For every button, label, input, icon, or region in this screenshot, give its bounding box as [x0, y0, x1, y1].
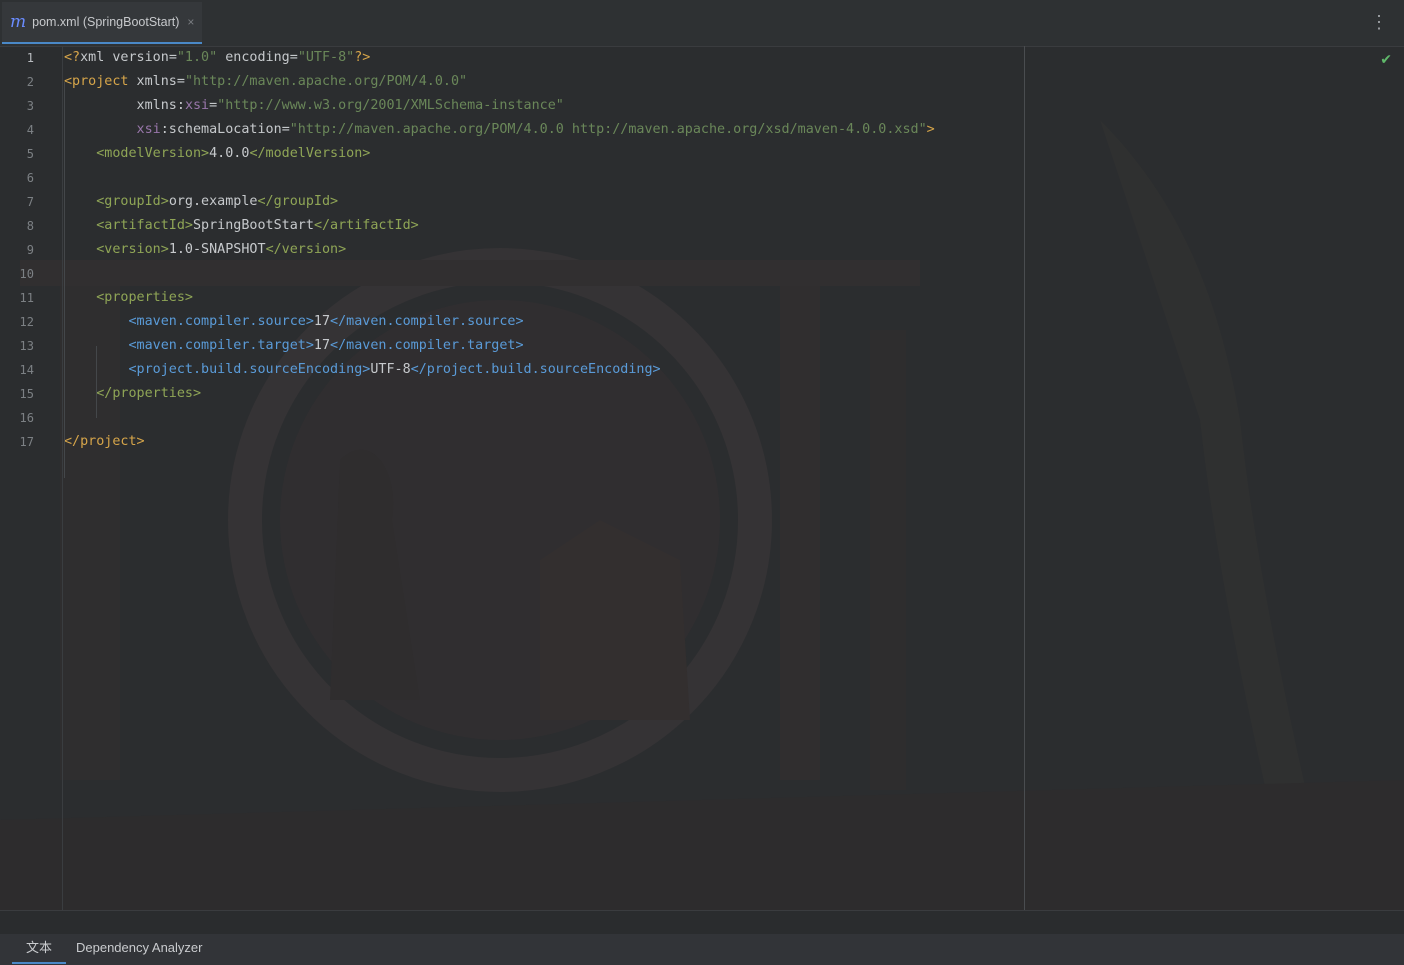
code-token: ?>: [354, 50, 371, 65]
code-token: =: [281, 122, 290, 137]
check-icon: ✔: [1380, 52, 1392, 68]
line-number: 2: [26, 75, 34, 89]
code-token: xsi: [64, 122, 161, 137]
line-number: 12: [19, 315, 34, 329]
code-token: </maven.compiler.target>: [330, 338, 524, 353]
code-token: UTF-8: [370, 362, 411, 377]
line-number: 6: [26, 171, 34, 185]
code-token: </project>: [64, 434, 145, 449]
code-token: </groupId>: [257, 194, 339, 209]
bottom-tab-bar: 文本 Dependency Analyzer: [0, 910, 1404, 965]
code-token: <?: [64, 50, 81, 65]
line-number: 17: [19, 435, 34, 449]
code-line[interactable]: </properties>: [64, 382, 201, 406]
tab-dependency-analyzer[interactable]: Dependency Analyzer: [62, 934, 216, 962]
code-line[interactable]: <project.build.sourceEncoding>UTF-8</pro…: [64, 358, 661, 382]
code-token: <project: [64, 74, 129, 89]
code-token: 1.0-SNAPSHOT: [168, 242, 266, 257]
code-token: :: [176, 98, 185, 113]
line-number: 1: [26, 51, 34, 65]
close-icon[interactable]: ×: [187, 15, 194, 29]
code-token: org.example: [168, 194, 258, 209]
line-number: 5: [26, 147, 34, 161]
code-token: </properties>: [64, 386, 202, 401]
code-token: <groupId>: [64, 194, 169, 209]
code-token: </project.build.sourceEncoding>: [410, 362, 661, 377]
code-line[interactable]: </project>: [64, 430, 145, 454]
code-token: "UTF-8": [297, 50, 355, 65]
code-token: "http://www.w3.org/2001/XMLSchema-instan…: [217, 98, 564, 113]
code-token: <maven.compiler.source>: [64, 314, 314, 329]
code-token: </version>: [265, 242, 347, 257]
line-number: 16: [19, 411, 34, 425]
code-line[interactable]: <groupId>org.example</groupId>: [64, 190, 338, 214]
line-number: 14: [19, 363, 34, 377]
code-token: <project.build.sourceEncoding>: [64, 362, 371, 377]
code-token: SpringBootStart: [193, 218, 314, 233]
code-line[interactable]: <artifactId>SpringBootStart</artifactId>: [64, 214, 419, 238]
line-number: 11: [19, 291, 34, 305]
line-number: 15: [19, 387, 34, 401]
code-token: encoding: [217, 50, 290, 65]
code-line[interactable]: xsi:schemaLocation="http://maven.apache.…: [64, 118, 935, 142]
code-token: </modelVersion>: [249, 146, 371, 161]
code-line[interactable]: <version>1.0-SNAPSHOT</version>: [64, 238, 346, 262]
code-token: <properties>: [64, 290, 193, 305]
code-token: 17: [313, 314, 331, 329]
line-number-gutter: 1 2 3 4 5 6 7 8 9 10 11 12 13 14 15 16 17: [0, 46, 63, 910]
line-number: 10: [19, 267, 34, 281]
code-token: 17: [313, 338, 331, 353]
editor-tab-bar: m pom.xml (SpringBootStart) × ⋮: [0, 0, 1404, 47]
code-token: <modelVersion>: [64, 146, 210, 161]
line-number: 9: [26, 243, 34, 257]
code-token: "http://maven.apache.org/POM/4.0.0": [184, 74, 468, 89]
line-number: 13: [19, 339, 34, 353]
code-token: <maven.compiler.target>: [64, 338, 314, 353]
code-line[interactable]: <maven.compiler.target>17</maven.compile…: [64, 334, 524, 358]
code-token: xml version: [80, 50, 169, 65]
indent-guide: [96, 346, 97, 418]
line-number: 4: [26, 123, 34, 137]
right-margin-guide: [1024, 46, 1025, 910]
code-token: =: [209, 98, 218, 113]
code-line[interactable]: <modelVersion>4.0.0</modelVersion>: [64, 142, 370, 166]
code-token: <version>: [64, 242, 169, 257]
code-token: =: [176, 74, 185, 89]
code-token: </maven.compiler.source>: [330, 314, 524, 329]
code-line[interactable]: <?xml version="1.0" encoding="UTF-8"?>: [64, 46, 370, 70]
code-line[interactable]: <project xmlns="http://maven.apache.org/…: [64, 70, 467, 94]
indent-guide: [64, 82, 65, 478]
line-number: 3: [26, 99, 34, 113]
code-token: >: [926, 122, 935, 137]
code-token: :schemaLocation: [160, 122, 282, 137]
more-options-icon[interactable]: ⋮: [1370, 13, 1388, 31]
code-token: <artifactId>: [64, 218, 193, 233]
tab-pom-xml[interactable]: m pom.xml (SpringBootStart) ×: [2, 2, 202, 44]
code-token: "1.0": [176, 50, 218, 65]
code-token: xmlns: [128, 74, 177, 89]
code-line[interactable]: <properties>: [64, 286, 193, 310]
line-number: 8: [26, 219, 34, 233]
maven-file-icon: m: [10, 11, 27, 32]
code-token: =: [289, 50, 298, 65]
code-token: "http://maven.apache.org/POM/4.0.0 http:…: [289, 122, 927, 137]
code-line[interactable]: xmlns:xsi="http://www.w3.org/2001/XMLSch…: [64, 94, 564, 118]
code-token: =: [168, 50, 177, 65]
code-token: xmlns: [64, 98, 177, 113]
code-editor[interactable]: 1 2 3 4 5 6 7 8 9 10 11 12 13 14 15 16 17 <?xml version=…: [0, 46, 1404, 910]
code-token: xsi: [184, 98, 210, 113]
code-line[interactable]: <maven.compiler.source>17</maven.compile…: [64, 310, 524, 334]
code-token: 4.0.0: [209, 146, 250, 161]
tab-text[interactable]: 文本: [12, 934, 67, 964]
tab-title: pom.xml (SpringBootStart): [32, 15, 180, 29]
line-number: 7: [26, 195, 34, 209]
code-token: </artifactId>: [313, 218, 419, 233]
